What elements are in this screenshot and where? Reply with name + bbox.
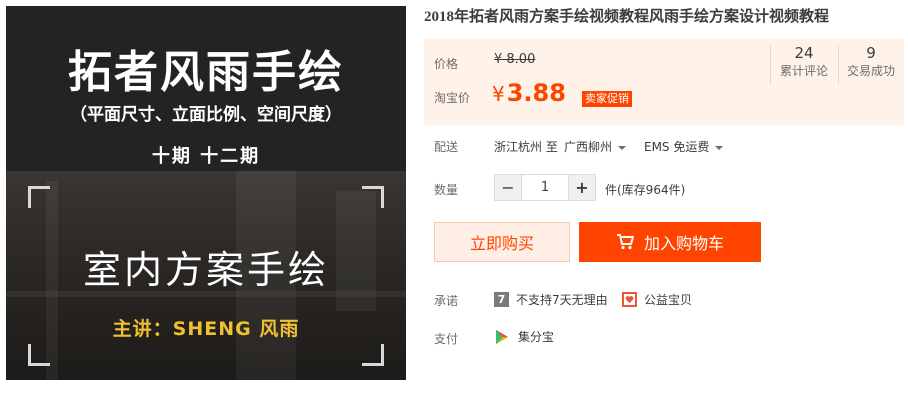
frame-corner bbox=[28, 344, 50, 366]
review-count[interactable]: 24 累计评论 bbox=[774, 43, 834, 79]
increase-button[interactable]: + bbox=[569, 175, 595, 200]
frame-corner bbox=[362, 186, 384, 208]
stats-divider bbox=[770, 45, 771, 85]
promise-charity[interactable]: 公益宝贝 bbox=[622, 291, 692, 308]
frame-corner bbox=[28, 186, 50, 208]
add-to-cart-label: 加入购物车 bbox=[643, 234, 724, 253]
currency-symbol: ¥ bbox=[492, 82, 505, 106]
product-title: 2018年拓者风雨方案手绘视频教程风雨手绘方案设计视频教程 bbox=[424, 9, 830, 25]
original-price: ¥ 8.00 bbox=[494, 52, 536, 67]
product-image[interactable]: 拓者风雨手绘 （平面尺寸、立面比例、空间尺度） 十期 十二期 室内方案手绘 主讲… bbox=[6, 6, 406, 380]
payment-method: 集分宝 bbox=[494, 328, 554, 345]
promise-label: 承诺 bbox=[434, 294, 459, 308]
shipping-label: 配送 bbox=[434, 140, 459, 154]
decrease-button[interactable]: − bbox=[495, 175, 521, 200]
promo-price-value: 3.88 bbox=[506, 79, 566, 107]
review-count-value: 24 bbox=[794, 44, 814, 62]
image-main-text: 室内方案手绘 bbox=[82, 248, 329, 292]
price-label: 价格 bbox=[434, 57, 459, 71]
price-panel: 价格 ¥ 8.00 淘宝价 ¥ 3.88 卖家促销 24 累计评论 9 交易成功 bbox=[424, 39, 904, 125]
image-subtitle: （平面尺寸、立面比例、空间尺度） bbox=[70, 105, 342, 125]
sales-count-caption: 交易成功 bbox=[846, 64, 895, 78]
frame-corner bbox=[362, 344, 384, 366]
review-count-caption: 累计评论 bbox=[779, 64, 828, 78]
promo-price: ¥ 3.88 bbox=[492, 79, 566, 107]
seller-promo-badge: 卖家促销 bbox=[582, 91, 632, 107]
add-to-cart-button[interactable]: 加入购物车 bbox=[579, 222, 761, 262]
jifenbao-icon bbox=[496, 329, 508, 344]
shipping-method-select[interactable]: EMS 免运费 bbox=[644, 138, 724, 155]
chevron-down-icon bbox=[715, 145, 724, 150]
stats-divider bbox=[838, 45, 839, 85]
payment-label: 支付 bbox=[434, 332, 459, 346]
ship-from: 浙江杭州 至 bbox=[494, 140, 558, 154]
quantity-input[interactable]: 1 bbox=[521, 175, 569, 200]
seven-days-icon: 7 bbox=[494, 292, 509, 307]
image-period: 十期 十二期 bbox=[151, 146, 261, 167]
sales-count-value: 9 bbox=[866, 44, 876, 62]
payment-method-text: 集分宝 bbox=[518, 330, 555, 344]
quantity-label: 数量 bbox=[434, 183, 459, 197]
buy-now-button[interactable]: 立即购买 bbox=[434, 222, 570, 262]
ship-to-select[interactable]: 广西柳州 bbox=[564, 138, 627, 155]
promise-charity-text: 公益宝贝 bbox=[644, 293, 693, 307]
cart-icon bbox=[616, 234, 634, 250]
shipping-method-value: EMS 免运费 bbox=[644, 140, 710, 154]
charity-gift-icon bbox=[622, 292, 637, 307]
chevron-down-icon bbox=[618, 145, 627, 150]
promo-price-label: 淘宝价 bbox=[434, 91, 471, 105]
image-title: 拓者风雨手绘 bbox=[68, 47, 344, 98]
sales-count: 9 交易成功 bbox=[840, 43, 902, 79]
promise-seven-days[interactable]: 7 不支持7天无理由 bbox=[494, 291, 608, 308]
quantity-stepper: − 1 + bbox=[494, 174, 596, 201]
buy-now-label: 立即购买 bbox=[469, 234, 534, 253]
ship-to-value: 广西柳州 bbox=[564, 140, 613, 154]
stock-info: 件(库存964件) bbox=[605, 183, 686, 197]
promise-seven-days-text: 不支持7天无理由 bbox=[516, 293, 608, 307]
image-lecturer: 主讲：SHENG 风雨 bbox=[112, 318, 300, 340]
